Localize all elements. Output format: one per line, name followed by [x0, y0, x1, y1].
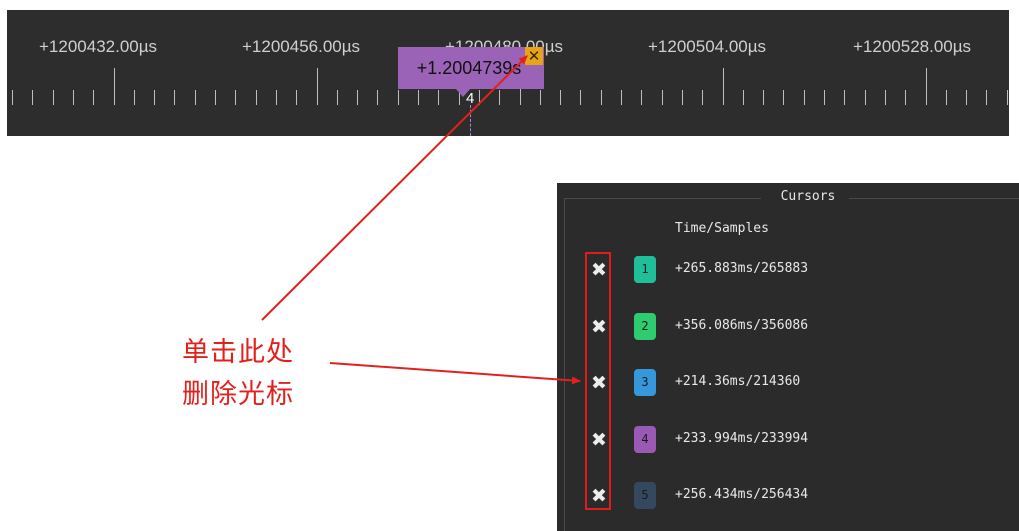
arrow-to-flag-close: [261, 55, 528, 321]
arrow-to-delete-buttons: [329, 362, 581, 385]
annotation-arrows: [261, 55, 581, 385]
